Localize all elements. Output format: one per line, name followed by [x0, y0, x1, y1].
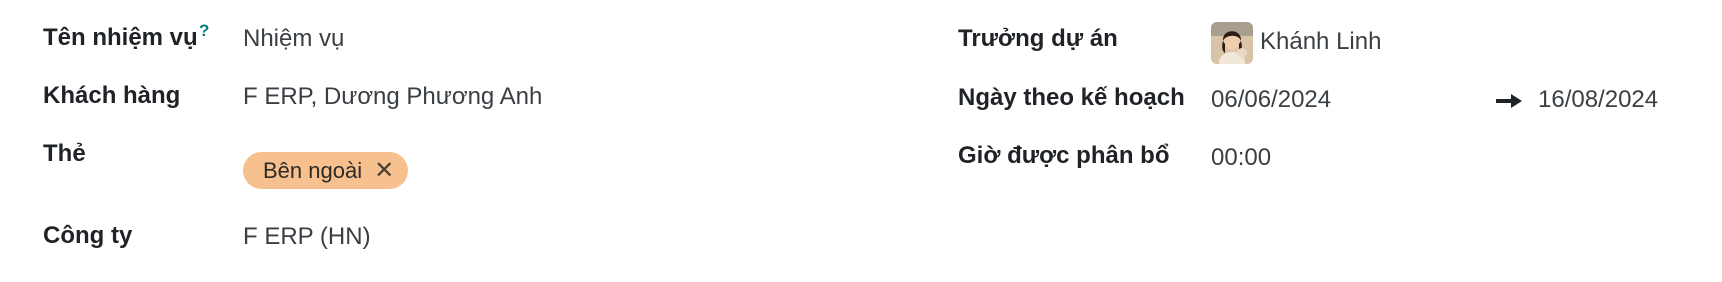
- task-name-label: Tên nhiệm vụ: [43, 24, 198, 51]
- planned-date-end-input[interactable]: 16/08/2024: [1538, 85, 1658, 115]
- project-manager-label: Trưởng dự án: [958, 25, 1118, 52]
- close-icon[interactable]: ✕: [374, 158, 394, 183]
- user-avatar[interactable]: [1211, 22, 1253, 64]
- avatar-image: [1211, 22, 1253, 64]
- task-name-help-icon[interactable]: ?: [199, 22, 209, 39]
- allocated-hours-input[interactable]: 00:00: [1211, 143, 1271, 173]
- customer-field[interactable]: F ERP, Dương Phương Anh: [243, 82, 542, 112]
- tag-label: Bên ngoài: [263, 157, 363, 183]
- arrow-right-icon: [1496, 94, 1522, 108]
- tags-label: Thẻ: [43, 140, 86, 167]
- allocated-hours-label: Giờ được phân bổ: [958, 142, 1170, 169]
- company-label: Công ty: [43, 222, 133, 249]
- planned-date-start-input[interactable]: 06/06/2024: [1211, 85, 1331, 115]
- task-name-input[interactable]: Nhiệm vụ: [243, 24, 344, 54]
- customer-label: Khách hàng: [43, 82, 181, 109]
- project-manager-field[interactable]: Khánh Linh: [1260, 27, 1381, 57]
- planned-date-label: Ngày theo kế hoạch: [958, 84, 1185, 111]
- tag-badge[interactable]: Bên ngoài ✕: [243, 152, 409, 189]
- company-field[interactable]: F ERP (HN): [243, 222, 371, 252]
